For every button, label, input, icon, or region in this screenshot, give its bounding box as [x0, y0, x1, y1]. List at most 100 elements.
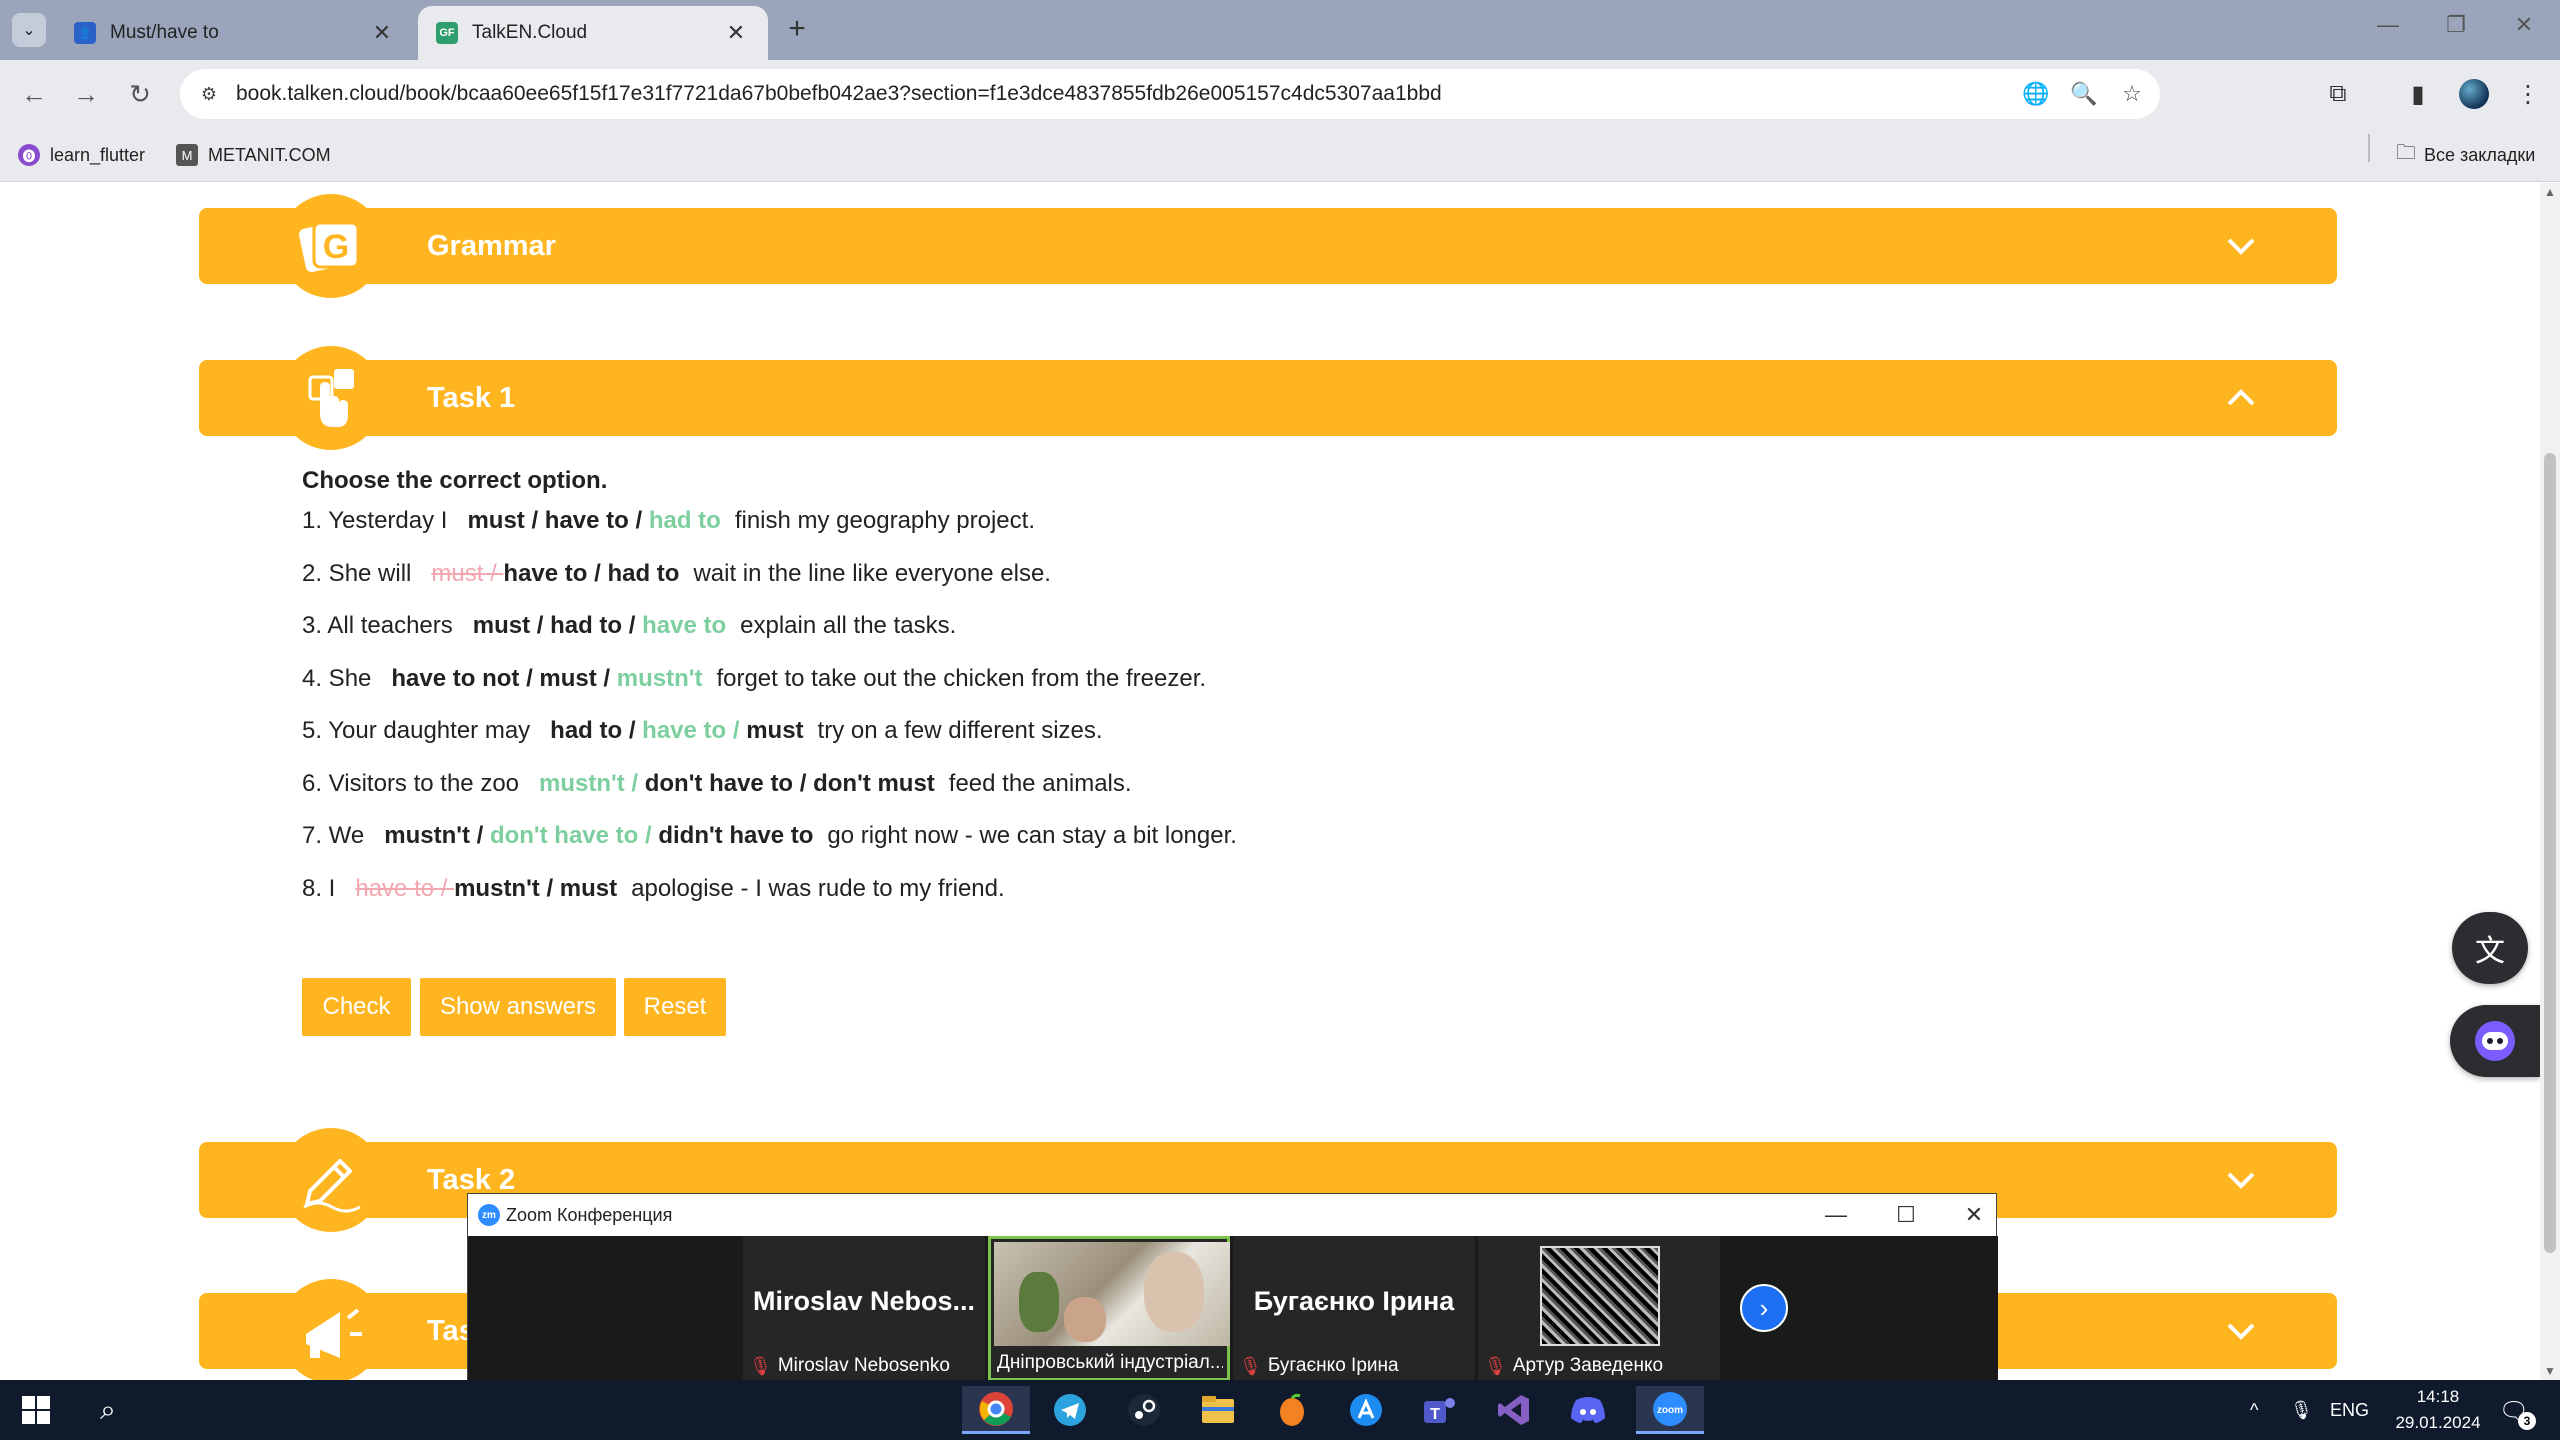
discord-icon[interactable]: [1554, 1386, 1622, 1434]
assistant-widget-button[interactable]: [2450, 1005, 2540, 1077]
close-window-icon[interactable]: ✕: [2504, 12, 2544, 38]
zoom-icon[interactable]: zoom: [1636, 1386, 1704, 1434]
answer-option[interactable]: must: [560, 875, 617, 902]
show-answers-button[interactable]: Show answers: [420, 978, 616, 1036]
tab-search-button[interactable]: ⌄: [12, 13, 46, 47]
tray-overflow-icon[interactable]: ^: [2250, 1380, 2258, 1440]
minimize-icon[interactable]: —: [2368, 12, 2408, 38]
answer-option[interactable]: mustn't /: [454, 875, 560, 902]
reset-button[interactable]: Reset: [624, 978, 726, 1036]
next-page-icon[interactable]: ›: [1740, 1284, 1788, 1332]
bookmark-learn-flutter[interactable]: ⓿ learn_flutter: [18, 138, 145, 172]
bookmark-metanit[interactable]: M METANIT.COM: [176, 138, 331, 172]
profile-avatar[interactable]: [2454, 74, 2494, 114]
chevron-down-icon[interactable]: [2221, 226, 2261, 266]
answer-option[interactable]: had to: [649, 507, 721, 534]
pen-icon: [279, 1128, 383, 1232]
section-grammar[interactable]: G Grammar: [199, 194, 2337, 298]
answer-option[interactable]: didn't have to: [658, 822, 813, 849]
side-panel-icon[interactable]: ▮: [2398, 74, 2438, 114]
participant-tile-active[interactable]: Дніпровський індустріал...: [988, 1236, 1230, 1381]
reload-icon[interactable]: ↻: [120, 74, 160, 114]
answer-option[interactable]: don't must: [813, 770, 935, 797]
address-bar[interactable]: ⚙ book.talken.cloud/book/bcaa60ee65f15f1…: [180, 69, 2160, 119]
answer-option[interactable]: have to /: [642, 717, 746, 744]
tab-talken-cloud[interactable]: GF TalkEN.Cloud ✕: [418, 6, 768, 60]
translate-icon[interactable]: 🌐: [2016, 74, 2056, 114]
scroll-down-icon[interactable]: ▼: [2540, 1364, 2560, 1378]
answer-option[interactable]: had to: [607, 560, 679, 587]
zoom-window[interactable]: zm Zoom Конференция — ☐ ✕ Miroslav Nebos…: [467, 1193, 1998, 1381]
chevron-down-icon[interactable]: [2221, 1160, 2261, 1200]
minimize-icon[interactable]: —: [1816, 1200, 1856, 1230]
clock-time: 14:18: [2416, 1387, 2460, 1406]
scroll-thumb[interactable]: [2544, 453, 2556, 1253]
zoom-titlebar[interactable]: zm Zoom Конференция — ☐ ✕: [468, 1194, 1996, 1236]
participant-tile[interactable]: 🎙 Артур Заведенко: [1478, 1236, 1720, 1381]
kebab-menu-icon[interactable]: ⋮: [2508, 74, 2548, 114]
fl-studio-icon[interactable]: [1258, 1386, 1326, 1434]
chevron-up-icon[interactable]: [2221, 378, 2261, 418]
tab-strip: ⌄ 👤 Must/have to ✕ GF TalkEN.Cloud ✕ + —…: [0, 0, 2560, 60]
answer-option[interactable]: have to not /: [391, 665, 539, 692]
answer-option[interactable]: mustn't: [617, 665, 703, 692]
all-bookmarks[interactable]: 🗀 Все закладки: [2396, 138, 2535, 172]
participant-name-big: Бугаєнко Ірина: [1253, 1286, 1455, 1316]
url-text[interactable]: book.talken.cloud/book/bcaa60ee65f15f17e…: [236, 82, 2016, 106]
close-icon[interactable]: ✕: [722, 20, 750, 46]
site-info-icon[interactable]: ⚙: [194, 79, 224, 109]
answer-option[interactable]: mustn't /: [384, 822, 490, 849]
answer-option[interactable]: must /: [539, 665, 616, 692]
chevron-down-icon[interactable]: [2221, 1311, 2261, 1351]
app-store-icon[interactable]: [1332, 1386, 1400, 1434]
page-scrollbar[interactable]: ▲ ▼: [2540, 183, 2560, 1380]
explorer-icon[interactable]: [1184, 1386, 1252, 1434]
mic-muted-icon: 🎙: [749, 1355, 772, 1376]
participant-tile[interactable]: Бугаєнко Ірина 🎙 Бугаєнко Ірина: [1233, 1236, 1475, 1381]
extensions-icon[interactable]: ⧉: [2318, 74, 2358, 114]
section-task-1[interactable]: Task 1: [199, 346, 2337, 450]
answer-option[interactable]: don't have to /: [490, 822, 658, 849]
answer-option[interactable]: must: [746, 717, 803, 744]
bookmark-star-icon[interactable]: ☆: [2112, 74, 2152, 114]
visual-studio-icon[interactable]: [1480, 1386, 1548, 1434]
check-button[interactable]: Check: [302, 978, 411, 1036]
search-icon[interactable]: ⌕: [74, 1386, 142, 1434]
system-clock[interactable]: 14:18 29.01.2024: [2378, 1384, 2498, 1436]
zoom-lens-icon[interactable]: 🔍: [2064, 74, 2104, 114]
answer-option[interactable]: have to /: [355, 875, 454, 902]
forward-icon[interactable]: →: [66, 74, 106, 114]
new-tab-button[interactable]: +: [780, 14, 814, 44]
close-icon[interactable]: ✕: [1954, 1200, 1994, 1230]
answer-option[interactable]: have to: [642, 612, 726, 639]
answer-option[interactable]: had to /: [550, 612, 642, 639]
answer-option[interactable]: must /: [467, 507, 544, 534]
chrome-icon[interactable]: [962, 1386, 1030, 1434]
answer-option[interactable]: must /: [473, 612, 550, 639]
translate-widget-button[interactable]: 文: [2452, 912, 2528, 984]
language-indicator[interactable]: ENG: [2330, 1380, 2369, 1440]
answer-option[interactable]: have to /: [545, 507, 649, 534]
close-icon[interactable]: ✕: [368, 20, 396, 46]
back-icon[interactable]: ←: [14, 74, 54, 114]
answer-option[interactable]: have to /: [503, 560, 607, 587]
answer-option[interactable]: don't have to /: [645, 770, 813, 797]
steam-icon[interactable]: [1110, 1386, 1178, 1434]
notification-center-icon[interactable]: 🗨 3: [2494, 1394, 2536, 1430]
scroll-up-icon[interactable]: ▲: [2540, 185, 2560, 199]
participant-avatar-image: [1540, 1246, 1660, 1346]
answer-option[interactable]: mustn't /: [539, 770, 645, 797]
tab-must-have-to[interactable]: 👤 Must/have to ✕: [56, 6, 414, 60]
telegram-icon[interactable]: [1036, 1386, 1104, 1434]
microphone-icon[interactable]: 🎙: [2290, 1380, 2313, 1440]
maximize-icon[interactable]: ☐: [1886, 1200, 1926, 1230]
restore-icon[interactable]: ❐: [2436, 12, 2476, 38]
answer-option[interactable]: had to /: [550, 717, 642, 744]
bookmark-label: METANIT.COM: [208, 144, 331, 165]
sentence-suffix: wait in the line like everyone else.: [693, 560, 1051, 587]
windows-start-icon[interactable]: [2, 1386, 70, 1434]
teams-icon[interactable]: T: [1406, 1386, 1474, 1434]
svg-text:G: G: [323, 228, 349, 266]
answer-option[interactable]: must /: [431, 560, 503, 587]
participant-tile[interactable]: Miroslav Nebos... 🎙 Miroslav Nebosenko: [743, 1236, 985, 1381]
